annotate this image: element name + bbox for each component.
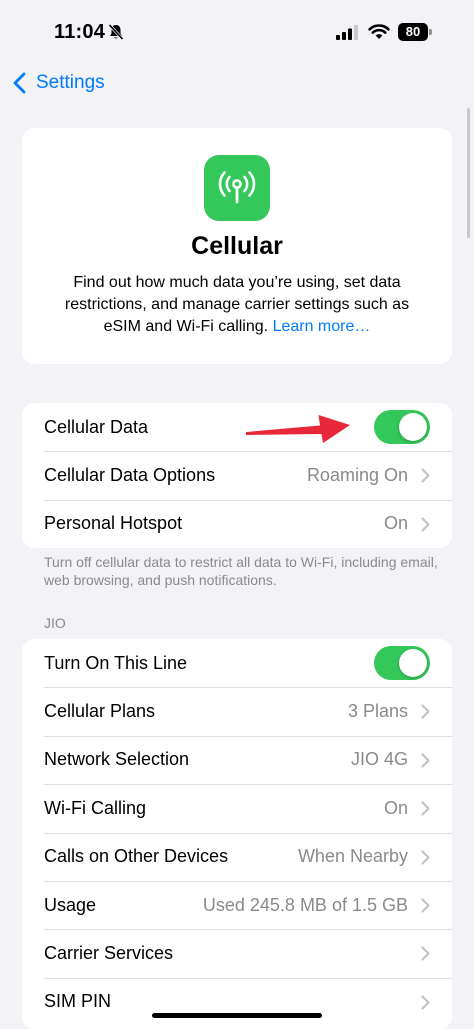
row-value: Roaming On <box>306 465 408 486</box>
row-label: Wi-Fi Calling <box>44 797 147 818</box>
calls-other-devices-row[interactable]: Calls on Other Devices When Nearby <box>22 832 452 881</box>
row-label: Carrier Services <box>44 943 174 964</box>
learn-more-link[interactable]: Learn more… <box>273 318 371 335</box>
cellular-plans-row[interactable]: Cellular Plans 3 Plans <box>22 687 452 735</box>
row-label: Cellular Data Options <box>44 465 216 486</box>
hero-card: Cellular Find out how much data you’re u… <box>22 128 452 364</box>
usage-row[interactable]: Usage Used 245.8 MB of 1.5 GB <box>22 880 452 929</box>
back-label: Settings <box>36 72 105 93</box>
antenna-icon <box>204 155 270 221</box>
row-value: JIO 4G <box>350 749 408 770</box>
scroll-indicator <box>467 108 470 238</box>
personal-hotspot-row[interactable]: Personal Hotspot On <box>22 499 452 548</box>
cellular-data-row: Cellular Data <box>22 403 452 451</box>
cellular-signal-icon <box>336 25 358 40</box>
chevron-right-icon <box>421 849 430 865</box>
status-bar: 11:04 80 <box>0 0 474 64</box>
cellular-data-footnote: Turn off cellular data to restrict all d… <box>44 554 438 588</box>
carrier-services-row[interactable]: Carrier Services <box>22 929 452 977</box>
row-label: Cellular Data <box>44 416 149 437</box>
wifi-icon <box>368 24 390 39</box>
chevron-right-icon <box>421 517 430 532</box>
sim-pin-row[interactable]: SIM PIN <box>22 977 452 1026</box>
turn-on-line-toggle[interactable] <box>374 646 430 681</box>
section-header-jio: JIO <box>44 615 66 631</box>
cellular-data-toggle[interactable] <box>374 410 430 445</box>
chevron-left-icon <box>13 72 26 94</box>
wifi-calling-row[interactable]: Wi-Fi Calling On <box>22 784 452 832</box>
row-label: Calls on Other Devices <box>44 846 229 867</box>
row-label: Usage <box>44 894 97 915</box>
battery-level: 80 <box>398 23 428 41</box>
battery-icon: 80 <box>398 23 432 41</box>
network-selection-row[interactable]: Network Selection JIO 4G <box>22 735 452 784</box>
row-label: Turn On This Line <box>44 652 188 673</box>
chevron-right-icon <box>421 801 430 816</box>
cellular-data-group: Cellular Data Cellular Data Options Roam… <box>22 403 452 549</box>
row-label: Network Selection <box>44 749 190 770</box>
chevron-right-icon <box>421 898 430 913</box>
home-indicator[interactable] <box>152 1013 322 1018</box>
turn-on-line-row: Turn On This Line <box>22 639 452 687</box>
jio-line-group: Turn On This Line Cellular Plans 3 Plans… <box>22 639 452 1029</box>
row-value: On <box>383 513 408 534</box>
chevron-right-icon <box>421 946 430 961</box>
row-label: Personal Hotspot <box>44 513 183 534</box>
chevron-right-icon <box>421 753 430 768</box>
cellular-data-options-row[interactable]: Cellular Data Options Roaming On <box>22 451 452 499</box>
row-label: Cellular Plans <box>44 701 156 722</box>
chevron-right-icon <box>421 704 430 719</box>
row-value: Used 245.8 MB of 1.5 GB <box>202 894 408 915</box>
row-value: When Nearby <box>297 846 408 867</box>
hero-description: Find out how much data you’re using, set… <box>48 272 426 338</box>
bell-slash-icon <box>108 23 124 41</box>
row-label: SIM PIN <box>44 991 112 1012</box>
chevron-right-icon <box>421 995 430 1010</box>
chevron-right-icon <box>421 468 430 483</box>
annotation-arrow-icon <box>246 415 350 443</box>
page-title: Cellular <box>191 232 283 260</box>
back-button[interactable]: Settings <box>12 68 105 98</box>
row-value: On <box>383 797 408 818</box>
row-value: 3 Plans <box>347 701 408 722</box>
status-time: 11:04 <box>54 21 106 43</box>
